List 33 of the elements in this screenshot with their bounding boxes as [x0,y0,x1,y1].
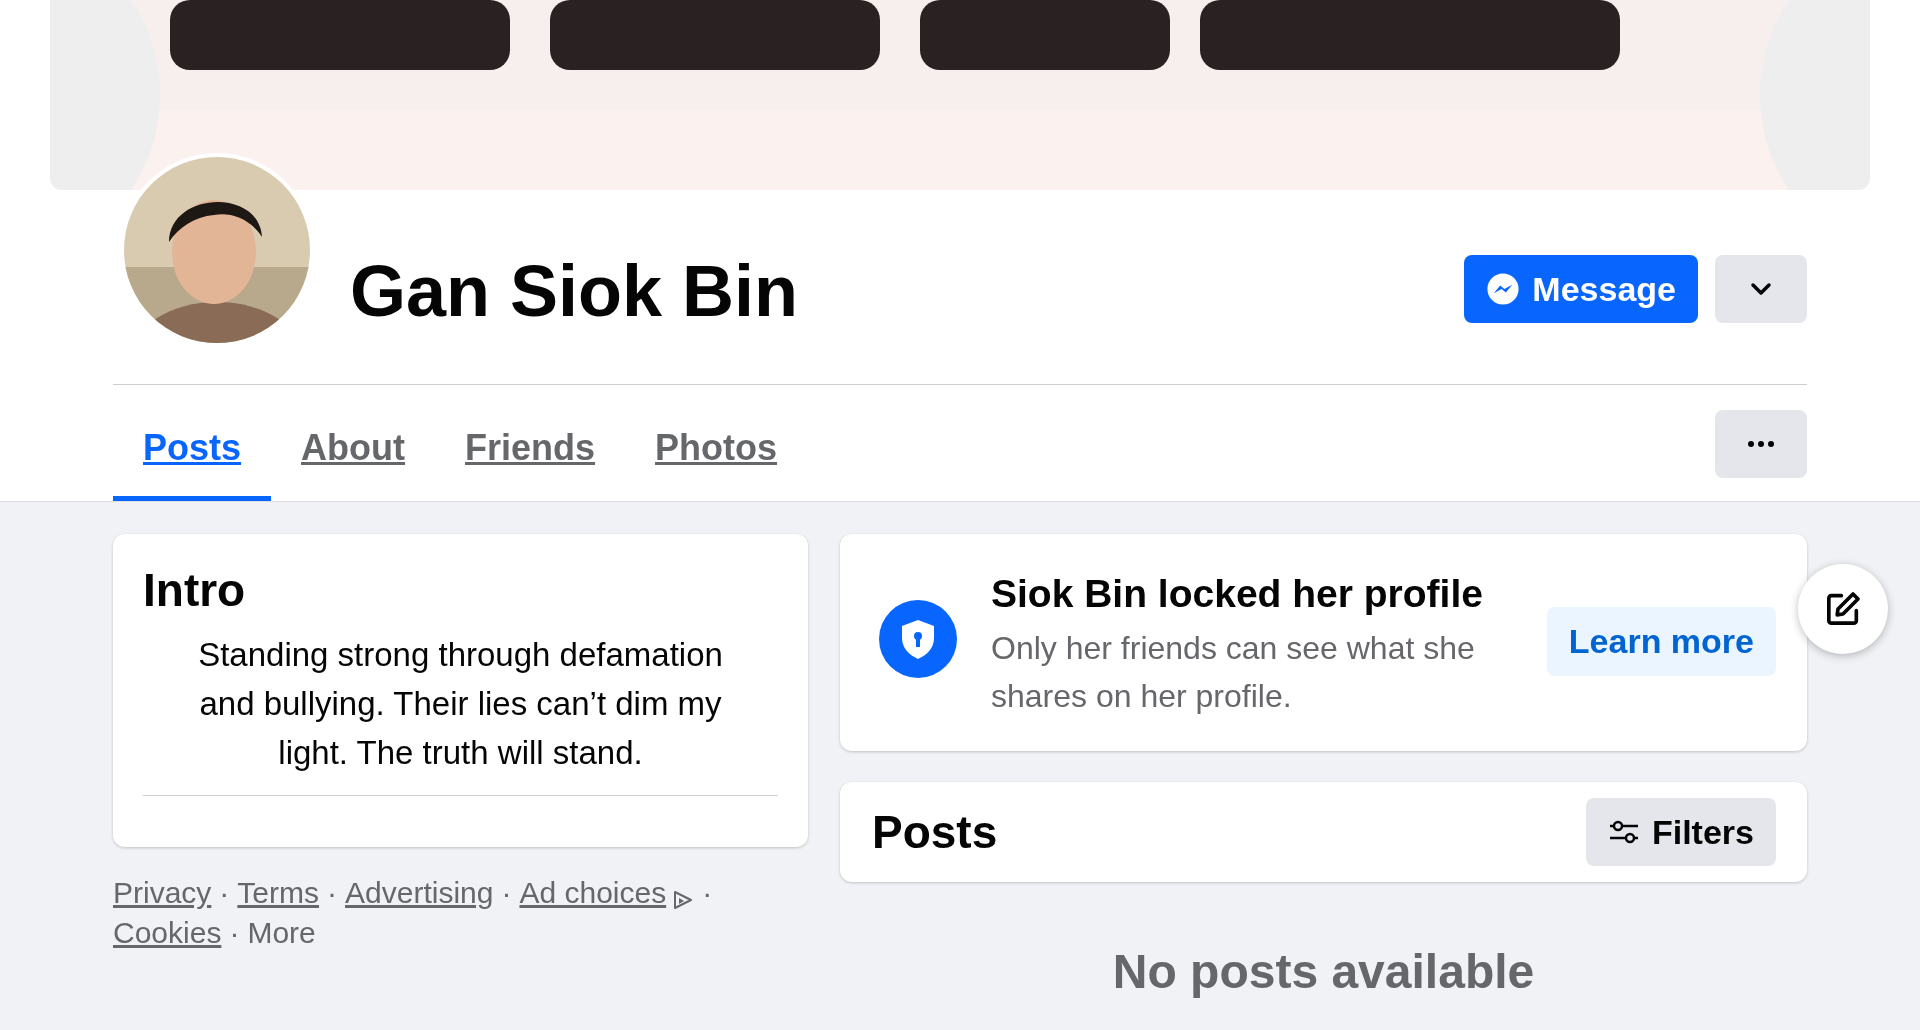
learn-more-button[interactable]: Learn more [1546,607,1776,676]
profile-tab[interactable]: About [271,385,435,502]
locked-profile-text: Only her friends can see what she shares on her profile. [991,629,1476,716]
more-icon [1748,441,1774,447]
filters-button[interactable]: Filters [1585,798,1776,866]
footer-link[interactable]: Privacy [113,873,212,913]
separator-dot: · [501,875,512,911]
footer-link[interactable]: Ad choices [519,873,667,913]
separator-dot: · [702,875,713,911]
separator-dot: · [229,915,240,951]
separator-dot: · [327,875,338,911]
empty-state-text: No posts available [1112,944,1535,1000]
edit-button[interactable] [1798,564,1888,654]
footer-link[interactable]: Terms [237,873,320,913]
footer-link[interactable]: More [247,913,316,953]
ad-choices-icon [672,889,695,911]
footer-link[interactable]: Cookies [113,913,222,953]
more-button[interactable] [1715,410,1807,478]
profile-tab[interactable]: Photos [625,385,808,502]
messenger-icon [1486,272,1521,306]
message-button[interactable]: Message [1464,255,1698,323]
bio-text: Standing strong through defamation and bullying. Their lies can’t dim my light. The truth will stand. [197,635,724,773]
profile-name: Gan Siok Bin [350,250,799,333]
posts-title: Posts [872,804,998,860]
chevron-down-icon [1750,282,1772,296]
shield-icon [879,600,957,678]
separator-dot: · [219,875,230,911]
locked-profile-title: Siok Bin locked her profile [991,571,1483,617]
footer-link[interactable]: Advertising [345,873,494,913]
dropdown-button[interactable] [1715,255,1807,323]
profile-tab[interactable]: Friends [435,385,626,502]
intro-title: Intro [143,563,247,618]
filters-icon [1607,819,1640,845]
